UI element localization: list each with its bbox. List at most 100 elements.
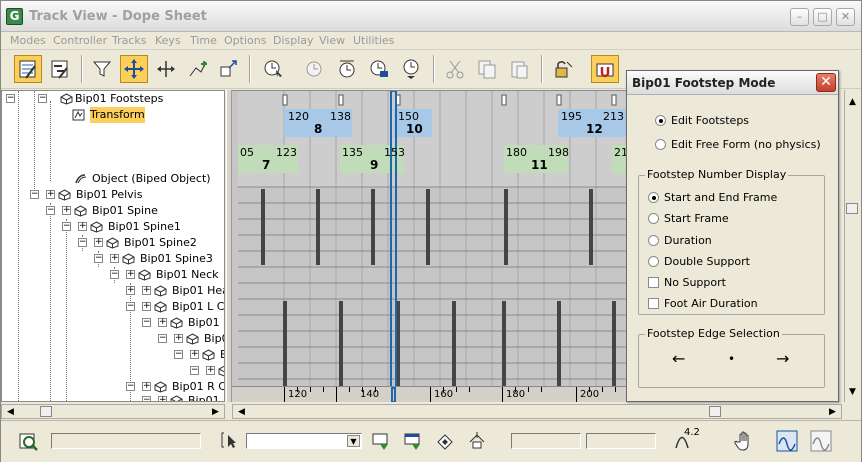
collapse-toggle[interactable]: − bbox=[38, 94, 47, 103]
filter-controllers-button[interactable] bbox=[463, 427, 491, 455]
paste-button[interactable] bbox=[505, 55, 533, 83]
selection-name-field[interactable] bbox=[51, 433, 201, 449]
pan-button[interactable] bbox=[731, 427, 759, 455]
lock-selection-button[interactable] bbox=[549, 55, 577, 83]
expand-toggle[interactable]: + bbox=[142, 302, 151, 311]
radio-indicator[interactable] bbox=[648, 192, 659, 203]
expand-toggle[interactable]: + bbox=[142, 286, 151, 295]
menu-view[interactable]: View bbox=[319, 34, 345, 47]
checkbox-indicator[interactable] bbox=[648, 298, 659, 309]
time-slider-marker[interactable] bbox=[391, 387, 396, 402]
dope-sheet-grid[interactable]: 120 138 8 150 10 195 213 12 05 123 7 135… bbox=[232, 90, 628, 386]
select-left-edge-button[interactable]: ← bbox=[672, 351, 685, 367]
collapse-toggle[interactable]: − bbox=[6, 94, 15, 103]
dialog-close-button[interactable]: ✕ bbox=[816, 73, 836, 92]
move-keys-button[interactable] bbox=[120, 55, 148, 83]
edit-ranges-button[interactable] bbox=[46, 55, 74, 83]
title-bar[interactable]: G Track View - Dope Sheet – □ ✕ bbox=[1, 1, 861, 32]
scroll-thumb[interactable] bbox=[40, 406, 52, 417]
expand-toggle[interactable]: + bbox=[158, 318, 167, 327]
scale-keys-button[interactable] bbox=[214, 55, 242, 83]
zoom-selected-button[interactable] bbox=[14, 427, 42, 455]
expand-toggle[interactable]: + bbox=[190, 350, 199, 359]
scale-time-button[interactable] bbox=[365, 55, 393, 83]
collapse-toggle[interactable]: − bbox=[142, 396, 151, 401]
expand-toggle[interactable]: + bbox=[94, 238, 103, 247]
radio-indicator[interactable] bbox=[648, 235, 659, 246]
menu-options[interactable]: Options bbox=[224, 34, 266, 47]
value-field[interactable] bbox=[586, 433, 656, 449]
collapse-toggle[interactable]: − bbox=[126, 382, 135, 391]
menu-display[interactable]: Display bbox=[273, 34, 314, 47]
time-ruler[interactable]: 120 140 160 180 200 bbox=[232, 386, 628, 402]
name-filter-button[interactable] bbox=[217, 427, 245, 455]
filter-button[interactable] bbox=[88, 55, 116, 83]
vertical-scrollbar[interactable]: ▲ ▼ bbox=[844, 90, 860, 402]
collapse-toggle[interactable]: − bbox=[94, 254, 103, 263]
scroll-thumb[interactable] bbox=[709, 406, 721, 417]
expand-toggle[interactable]: + bbox=[158, 396, 167, 401]
select-time-button[interactable] bbox=[259, 55, 287, 83]
filter-selected-objects-button[interactable] bbox=[399, 427, 427, 455]
filters-tool-button[interactable] bbox=[14, 55, 42, 83]
radio-indicator[interactable] bbox=[648, 213, 659, 224]
menu-time[interactable]: Time bbox=[190, 34, 217, 47]
zoom-value-extents-button[interactable] bbox=[807, 427, 835, 455]
collapse-toggle[interactable]: − bbox=[142, 318, 151, 327]
copy-button[interactable] bbox=[473, 55, 501, 83]
radio-indicator[interactable] bbox=[655, 115, 666, 126]
scroll-right-arrow[interactable]: ▶ bbox=[826, 406, 839, 418]
snap-frames-button[interactable] bbox=[591, 55, 619, 83]
cut-button[interactable] bbox=[441, 55, 469, 83]
expand-toggle[interactable]: + bbox=[142, 382, 151, 391]
collapse-toggle[interactable]: − bbox=[62, 222, 71, 231]
scroll-left-arrow[interactable]: ◀ bbox=[4, 406, 17, 418]
reverse-time-button[interactable] bbox=[397, 55, 425, 83]
scroll-right-arrow[interactable]: ▶ bbox=[209, 406, 222, 418]
expand-toggle[interactable]: + bbox=[126, 286, 135, 295]
collapse-toggle[interactable]: − bbox=[110, 270, 119, 279]
scroll-up-arrow[interactable]: ▲ bbox=[846, 96, 859, 108]
controller-tree[interactable]: − − Bip01 Footsteps Transform Object (Bi… bbox=[1, 90, 225, 402]
checkbox-indicator[interactable] bbox=[648, 277, 659, 288]
minimize-button[interactable]: – bbox=[790, 8, 809, 26]
zoom-horizontal-extents-button[interactable] bbox=[773, 427, 801, 455]
slide-keys-button[interactable] bbox=[152, 55, 180, 83]
menu-tracks[interactable]: Tracks bbox=[112, 34, 147, 47]
expand-toggle[interactable]: + bbox=[62, 206, 71, 215]
menu-keys[interactable]: Keys bbox=[155, 34, 181, 47]
menu-utilities[interactable]: Utilities bbox=[353, 34, 394, 47]
expand-toggle[interactable]: + bbox=[126, 270, 135, 279]
expand-toggle[interactable]: + bbox=[46, 190, 55, 199]
close-button[interactable]: ✕ bbox=[836, 8, 855, 26]
radio-indicator[interactable] bbox=[648, 256, 659, 267]
frame-field[interactable] bbox=[511, 433, 581, 449]
expand-toggle[interactable]: + bbox=[78, 222, 87, 231]
collapse-toggle[interactable]: − bbox=[30, 190, 39, 199]
menu-controller[interactable]: Controller bbox=[53, 34, 107, 47]
dropdown-arrow-icon[interactable]: ▼ bbox=[347, 435, 360, 447]
filter-animated-button[interactable] bbox=[431, 427, 459, 455]
menu-modes[interactable]: Modes bbox=[10, 34, 46, 47]
collapse-toggle[interactable]: − bbox=[46, 206, 55, 215]
delete-time-button[interactable] bbox=[301, 55, 329, 83]
collapse-toggle[interactable]: − bbox=[174, 350, 183, 359]
scroll-down-arrow[interactable]: ▼ bbox=[846, 386, 859, 398]
expand-toggle[interactable]: + bbox=[206, 366, 215, 375]
expand-toggle[interactable]: + bbox=[110, 254, 119, 263]
collapse-toggle[interactable]: − bbox=[126, 302, 135, 311]
select-center-button[interactable]: • bbox=[728, 351, 735, 367]
insert-time-button[interactable] bbox=[333, 55, 361, 83]
scroll-thumb[interactable] bbox=[846, 203, 858, 214]
collapse-toggle[interactable]: − bbox=[158, 334, 167, 343]
sheet-horizontal-scrollbar[interactable]: ◀ ▶ bbox=[232, 404, 842, 419]
filter-selected-tracks-button[interactable] bbox=[367, 427, 395, 455]
dialog-title-bar[interactable]: Bip01 Footstep Mode ✕ bbox=[627, 71, 838, 95]
expand-toggle[interactable]: + bbox=[174, 334, 183, 343]
track-set-dropdown[interactable]: ▼ bbox=[246, 433, 362, 449]
scroll-left-arrow[interactable]: ◀ bbox=[235, 406, 248, 418]
add-keys-button[interactable] bbox=[184, 55, 212, 83]
select-right-edge-button[interactable]: → bbox=[776, 351, 789, 367]
collapse-toggle[interactable]: − bbox=[190, 366, 199, 375]
tree-horizontal-scrollbar[interactable]: ◀ ▶ bbox=[1, 404, 225, 419]
